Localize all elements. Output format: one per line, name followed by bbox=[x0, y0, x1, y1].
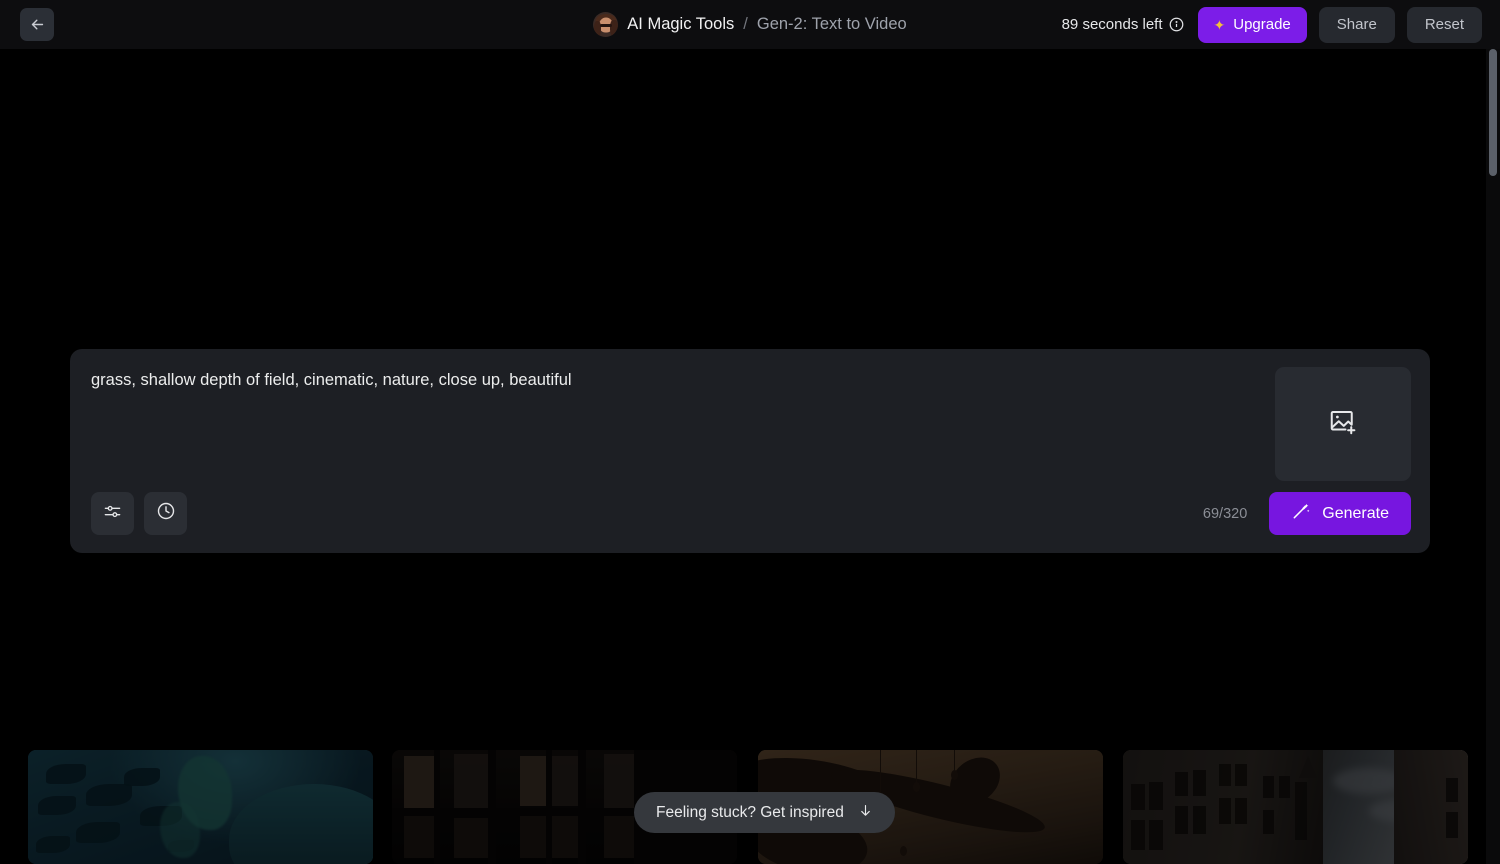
fish-shape bbox=[76, 822, 120, 843]
window-shape bbox=[1175, 772, 1188, 796]
avatar-eyes bbox=[599, 24, 612, 27]
window-shape bbox=[520, 756, 546, 806]
card-submit-area: 69/320 Generate bbox=[1203, 492, 1411, 535]
seconds-left-label: 89 seconds left bbox=[1061, 16, 1163, 33]
sparkles-icon: ✦ bbox=[1213, 16, 1226, 33]
hanging-line bbox=[880, 750, 881, 798]
window-shape bbox=[1446, 812, 1458, 838]
bud-shape bbox=[900, 846, 907, 856]
window-shape bbox=[1219, 798, 1231, 824]
window-shape bbox=[552, 756, 578, 806]
info-icon[interactable] bbox=[1169, 17, 1184, 32]
cloud-shape bbox=[1333, 768, 1403, 794]
get-inspired-label: Feeling stuck? Get inspired bbox=[656, 803, 844, 821]
window-shape bbox=[1193, 770, 1206, 796]
thumbnail-underwater-fish-scene[interactable] bbox=[28, 750, 373, 864]
window-shape bbox=[1131, 820, 1145, 850]
breadcrumb-separator: / bbox=[743, 15, 748, 33]
arrow-down-icon bbox=[858, 802, 873, 824]
sliders-icon bbox=[103, 502, 122, 526]
fish-shape bbox=[36, 836, 70, 853]
upgrade-button[interactable]: ✦ Upgrade bbox=[1197, 6, 1307, 43]
fish-shape bbox=[38, 796, 76, 815]
bud-shape bbox=[951, 770, 958, 780]
fish-shape bbox=[46, 764, 86, 784]
window-shape bbox=[1263, 810, 1274, 834]
character-counter: 69/320 bbox=[1202, 505, 1248, 522]
window-shape bbox=[1193, 806, 1206, 834]
arrow-left-icon bbox=[29, 16, 46, 33]
seconds-left-indicator: 89 seconds left bbox=[1062, 16, 1184, 33]
avatar[interactable] bbox=[593, 12, 619, 37]
window-shape bbox=[1295, 782, 1307, 840]
vertical-scrollbar-track[interactable] bbox=[1486, 49, 1500, 864]
reset-button[interactable]: Reset bbox=[1406, 6, 1482, 43]
add-image-icon bbox=[1328, 407, 1358, 442]
window-shape bbox=[1131, 784, 1145, 810]
hanging-line bbox=[954, 750, 955, 772]
prompt-card: grass, shallow depth of field, cinematic… bbox=[70, 349, 1430, 553]
upgrade-button-label: Upgrade bbox=[1233, 16, 1291, 33]
window-shape bbox=[1235, 798, 1247, 824]
card-tool-buttons bbox=[91, 492, 187, 535]
building-facade-right bbox=[1394, 750, 1468, 864]
settings-button[interactable] bbox=[91, 492, 134, 535]
app-header: AI Magic Tools / Gen-2: Text to Video 89… bbox=[0, 0, 1500, 49]
mullion-shape bbox=[488, 750, 496, 864]
avatar-hair-right bbox=[610, 20, 619, 36]
window-shape bbox=[1279, 776, 1290, 798]
fish-shape bbox=[86, 784, 132, 806]
magic-wand-icon bbox=[1291, 501, 1311, 526]
window-shape bbox=[404, 816, 434, 858]
prompt-input[interactable]: grass, shallow depth of field, cinematic… bbox=[91, 369, 1261, 393]
window-shape bbox=[1446, 778, 1458, 802]
hanging-line bbox=[916, 750, 917, 784]
window-shape bbox=[454, 818, 488, 858]
bud-shape bbox=[913, 782, 920, 792]
thumbnail-city-architecture-sky[interactable] bbox=[1123, 750, 1468, 864]
window-shape bbox=[604, 816, 634, 858]
generate-button[interactable]: Generate bbox=[1269, 492, 1411, 535]
share-button[interactable]: Share bbox=[1318, 6, 1395, 43]
reset-button-label: Reset bbox=[1424, 16, 1464, 33]
app-root: AI Magic Tools / Gen-2: Text to Video 89… bbox=[0, 0, 1500, 864]
clock-icon bbox=[156, 501, 176, 526]
generate-button-label: Generate bbox=[1322, 504, 1389, 522]
window-shape bbox=[1263, 776, 1274, 798]
mullion-shape bbox=[578, 750, 586, 864]
fish-shape bbox=[124, 768, 160, 786]
back-button[interactable] bbox=[20, 8, 54, 41]
mullion-shape bbox=[546, 750, 552, 864]
window-shape bbox=[1149, 782, 1163, 810]
breadcrumb-current[interactable]: Gen-2: Text to Video bbox=[757, 15, 907, 34]
mullion-shape bbox=[434, 750, 440, 864]
window-shape bbox=[1235, 764, 1247, 786]
vertical-scrollbar-thumb[interactable] bbox=[1489, 49, 1497, 176]
window-shape bbox=[404, 756, 434, 808]
brand-title[interactable]: AI Magic Tools bbox=[627, 15, 734, 34]
window-shape bbox=[1149, 820, 1163, 850]
main-canvas: grass, shallow depth of field, cinematic… bbox=[0, 49, 1500, 864]
get-inspired-button[interactable]: Feeling stuck? Get inspired bbox=[634, 792, 895, 833]
window-shape bbox=[604, 754, 634, 808]
share-button-label: Share bbox=[1336, 16, 1377, 33]
window-shape bbox=[1175, 806, 1188, 834]
header-actions: 89 seconds left ✦ Upgrade Share Reset bbox=[1062, 0, 1482, 49]
history-button[interactable] bbox=[144, 492, 187, 535]
image-upload-button[interactable] bbox=[1275, 367, 1411, 481]
window-shape bbox=[454, 754, 488, 810]
mullion-shape bbox=[392, 808, 642, 816]
window-shape bbox=[1219, 764, 1231, 786]
spire-shape bbox=[1299, 756, 1317, 778]
